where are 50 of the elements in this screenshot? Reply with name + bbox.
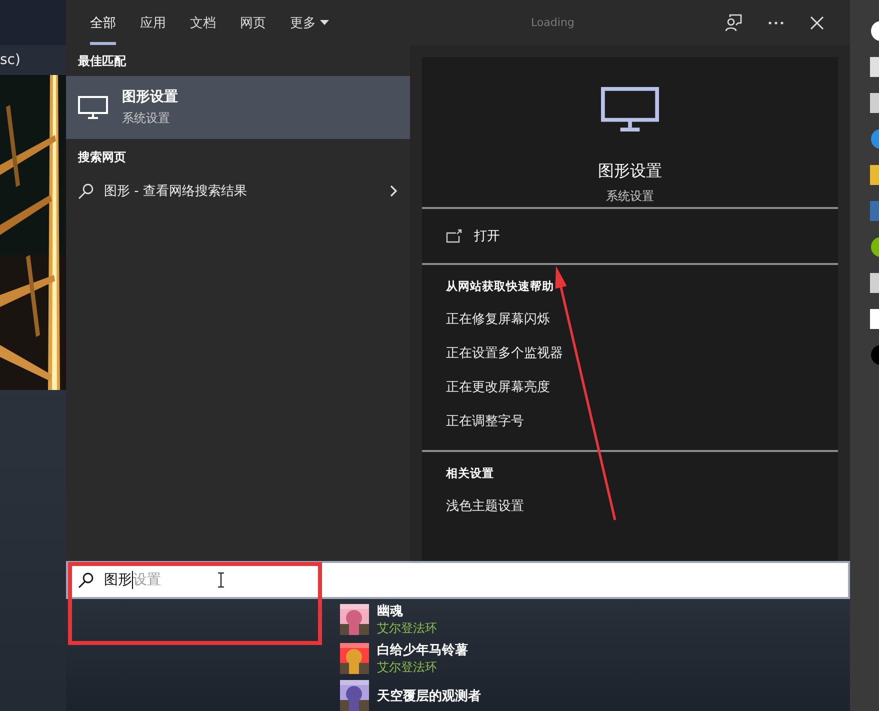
- section-heading: 相关设置: [446, 466, 494, 481]
- close-icon: [810, 16, 824, 30]
- app-icon[interactable]: [870, 272, 879, 294]
- preview-subtitle: 系统设置: [606, 188, 654, 206]
- app-icon[interactable]: [870, 164, 879, 186]
- app-icon[interactable]: [870, 56, 879, 78]
- app-icon[interactable]: [870, 92, 879, 114]
- search-icon: [78, 572, 94, 588]
- open-action[interactable]: 打开: [422, 209, 838, 263]
- loading-text: Loading: [531, 16, 574, 29]
- tab[interactable]: 网页: [228, 0, 278, 45]
- caret-icon: [320, 20, 329, 25]
- game-subtitle: 艾尔登法环: [377, 659, 438, 676]
- open-icon: [446, 229, 462, 243]
- tab[interactable]: 更多: [278, 0, 341, 45]
- tab[interactable]: 全部: [78, 0, 128, 45]
- search-field[interactable]: 图形设置: [66, 560, 850, 599]
- autocomplete-text: 设置: [133, 570, 161, 589]
- help-link[interactable]: 浅色主题设置: [446, 489, 524, 523]
- best-match-result[interactable]: 图形设置 系统设置: [66, 76, 410, 139]
- app-icon[interactable]: [870, 236, 879, 258]
- search-text: 图形: [104, 570, 132, 589]
- game-title: 白给少年马铃薯: [377, 642, 468, 659]
- help-link[interactable]: 正在调整字号: [446, 404, 524, 438]
- chevron-icon: [390, 185, 398, 197]
- game-title: 幽魂: [377, 603, 404, 620]
- result-subtitle: 系统设置: [122, 110, 171, 127]
- app-icon[interactable]: [870, 20, 879, 42]
- tab[interactable]: 应用: [128, 0, 178, 45]
- more-icon: [768, 20, 784, 24]
- person-speech-icon: [724, 14, 742, 32]
- app-icon[interactable]: [870, 308, 879, 330]
- tab[interactable]: 文档: [178, 0, 228, 45]
- result-title: 图形设置: [122, 88, 178, 106]
- result-label: 图形 - 查看网络搜索结果: [104, 183, 248, 200]
- preview-title: 图形设置: [598, 161, 662, 182]
- monitor-icon: [601, 87, 659, 134]
- web-search-result[interactable]: 图形 - 查看网络搜索结果: [66, 172, 410, 210]
- text-cursor-icon: [217, 572, 225, 588]
- help-link[interactable]: 正在更改屏幕亮度: [446, 370, 550, 404]
- section-heading: 搜索网页: [76, 149, 127, 166]
- game-subtitle: 艾尔登法环: [377, 620, 437, 637]
- search-icon: [78, 183, 94, 199]
- help-link[interactable]: 正在设置多个监视器: [446, 336, 563, 370]
- monitor-icon: [78, 96, 108, 120]
- section-heading: 最佳匹配: [77, 53, 127, 70]
- section-heading: 从网站获取快速帮助: [446, 279, 554, 294]
- game-title: 天空覆层的观测者: [377, 688, 481, 704]
- window-title: sc): [0, 52, 20, 68]
- help-link[interactable]: 正在修复屏幕闪烁: [446, 302, 550, 336]
